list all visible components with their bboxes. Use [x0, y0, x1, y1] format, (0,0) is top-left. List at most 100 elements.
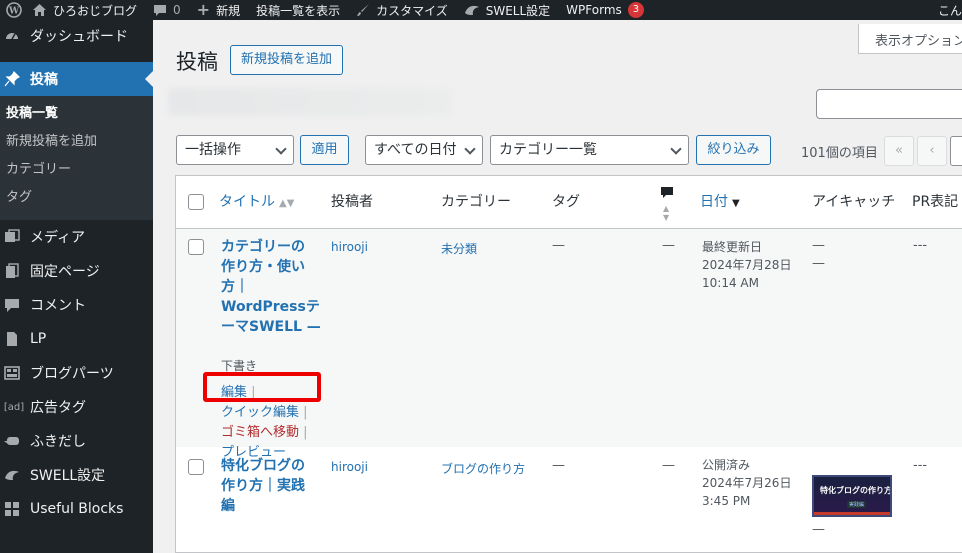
search-input[interactable] — [816, 89, 962, 119]
add-new-post-button[interactable]: 新規投稿を追加 — [230, 45, 344, 75]
wordpress-icon: W — [6, 2, 22, 18]
post-date: 公開済み 2024年7月26日 3:45 PM — [702, 456, 791, 510]
menu-pages[interactable]: 固定ページ — [0, 254, 153, 288]
bulk-action-select[interactable]: 一括操作 — [176, 135, 294, 165]
menu-useful-blocks-label: Useful Blocks — [30, 501, 124, 517]
comments-link[interactable]: 0 — [153, 0, 181, 20]
date-filter-select[interactable]: すべての日付 — [365, 135, 483, 165]
wp-logo[interactable]: W — [6, 0, 22, 20]
wpforms-badge: 3 — [627, 2, 645, 18]
apply-button[interactable]: 適用 — [300, 135, 349, 165]
quick-edit-link[interactable]: クイック編集 — [221, 405, 299, 420]
trash-link[interactable]: ゴミ箱へ移動 — [221, 425, 299, 440]
items-count: 101個の項目 — [801, 146, 878, 161]
view-posts-link[interactable]: 投稿一覧を表示 — [256, 0, 340, 20]
menu-comments-label: コメント — [30, 298, 86, 314]
account-greeting[interactable]: こん — [938, 0, 962, 20]
pr-value: --- — [913, 458, 928, 473]
select-all-checkbox[interactable] — [188, 194, 204, 210]
column-categories-header: カテゴリー — [441, 194, 511, 210]
page-number-input[interactable] — [950, 136, 962, 166]
date-value: 2024年7月28日 — [702, 258, 792, 272]
column-title-label: タイトル — [219, 194, 275, 210]
menu-balloon-label: ふきだし — [30, 434, 86, 450]
column-date-label: 日付 — [700, 194, 728, 210]
title-line: カテゴリーの — [221, 239, 305, 255]
svg-text:W: W — [8, 7, 20, 17]
title-line: 作り方｜実践 — [221, 478, 305, 494]
screen-options-button[interactable]: 表示オプション — [858, 24, 962, 54]
menu-dashboard[interactable]: ダッシュボード — [0, 18, 153, 54]
submenu-categories[interactable]: カテゴリー — [0, 156, 153, 184]
page-icon — [4, 331, 20, 347]
sort-icon: ▲▼ — [663, 204, 670, 222]
post-author-link[interactable]: hirooji — [331, 460, 368, 474]
eyecatch-thumbnail[interactable]: 特化ブログの作り方 実践編 — [812, 475, 892, 517]
menu-swell[interactable]: SWELL設定 — [0, 458, 153, 492]
column-comments-header[interactable]: ▲ ▼ — [660, 186, 674, 226]
bulk-action-value: 一括操作 — [185, 142, 241, 158]
swell-settings-link[interactable]: SWELL設定 — [464, 0, 550, 20]
chevron-down-icon — [464, 143, 476, 155]
menu-balloon[interactable]: ふきだし — [0, 424, 153, 458]
chevron-down-icon — [275, 143, 287, 155]
menu-useful-blocks[interactable]: Useful Blocks — [0, 492, 153, 526]
first-page-button[interactable]: « — [884, 136, 914, 166]
menu-ad-tags-label: 広告タグ — [30, 400, 86, 416]
admin-bar: W ひろおじブログ 0 + 新規 投稿一覧を表示 カスタマイズ SWELL設定 … — [0, 0, 962, 20]
submenu-tags[interactable]: タグ — [0, 184, 153, 212]
thumbnail-subtext: 実践編 — [847, 501, 867, 508]
post-title-link[interactable]: 特化ブログの 作り方｜実践 編 — [221, 456, 321, 516]
post-date: 最終更新日 2024年7月28日 10:14 AM — [702, 238, 791, 292]
posts-submenu: 投稿一覧 新規投稿を追加 カテゴリー タグ — [0, 96, 153, 220]
column-title-header[interactable]: タイトル ▲▼ — [219, 176, 294, 228]
submenu-add-new[interactable]: 新規投稿を追加 — [0, 128, 153, 156]
greeting-text: こん — [937, 3, 962, 18]
comments-count: 0 — [173, 3, 181, 17]
column-author-header: 投稿者 — [331, 194, 373, 210]
sort-desc-icon: ▼ — [732, 198, 740, 209]
wpforms-link[interactable]: WPForms 3 — [566, 0, 645, 20]
filter-button[interactable]: 絞り込み — [696, 135, 771, 165]
site-name-link[interactable]: ひろおじブログ — [32, 0, 137, 20]
title-line: ーマSWELL — — [221, 319, 321, 335]
title-line: 方｜ — [221, 279, 249, 295]
title-line: 作り方・使い — [221, 259, 305, 275]
customize-link[interactable]: カスタマイズ — [356, 0, 448, 20]
time-value: 10:14 AM — [702, 276, 759, 290]
row-checkbox[interactable] — [188, 239, 204, 255]
menu-pages-label: 固定ページ — [30, 264, 100, 280]
brush-icon — [357, 4, 370, 16]
column-pr-header: PR表記 — [912, 194, 959, 210]
swell-icon — [4, 467, 20, 483]
category-filter-select[interactable]: カテゴリー一覧 — [490, 135, 689, 165]
row-checkbox[interactable] — [188, 459, 204, 475]
prev-page-button[interactable]: ‹ — [917, 136, 947, 166]
ad-icon: [ad] — [3, 401, 25, 413]
post-comments: — — [662, 458, 675, 473]
menu-ad-tags[interactable]: [ad] 広告タグ — [0, 390, 153, 424]
thumbnail-text: 特化ブログの作り方 — [820, 486, 892, 495]
menu-posts[interactable]: 投稿 — [0, 62, 153, 96]
separator: | — [303, 405, 308, 420]
new-content-link[interactable]: + 新規 — [197, 0, 240, 20]
menu-media-label: メディア — [30, 230, 86, 246]
submenu-all-posts[interactable]: 投稿一覧 — [0, 100, 153, 128]
row-action-trash[interactable]: ゴミ箱へ移動 | — [221, 421, 308, 440]
column-date-header[interactable]: 日付 ▼ — [700, 176, 740, 228]
menu-comments[interactable]: コメント — [0, 288, 153, 322]
menu-media[interactable]: メディア — [0, 220, 153, 254]
title-line: 特化ブログの — [221, 458, 305, 474]
post-author-link[interactable]: hirooji — [331, 240, 368, 254]
balloon-icon — [4, 433, 20, 449]
grid-icon — [4, 365, 20, 381]
post-category-link[interactable]: ブログの作り方 — [441, 460, 525, 477]
menu-lp[interactable]: LP — [0, 322, 153, 356]
row-action-quick-edit[interactable]: クイック編集 | — [221, 401, 308, 420]
swell-settings-label: SWELL設定 — [485, 3, 551, 18]
post-category-link[interactable]: 未分類 — [441, 240, 477, 257]
post-title-link[interactable]: カテゴリーの 作り方・使い 方｜ WordPressテ ーマSWELL — — [221, 237, 321, 337]
customize-label: カスタマイズ — [376, 3, 448, 18]
media-icon — [4, 229, 20, 245]
menu-blog-parts[interactable]: ブログパーツ — [0, 356, 153, 390]
